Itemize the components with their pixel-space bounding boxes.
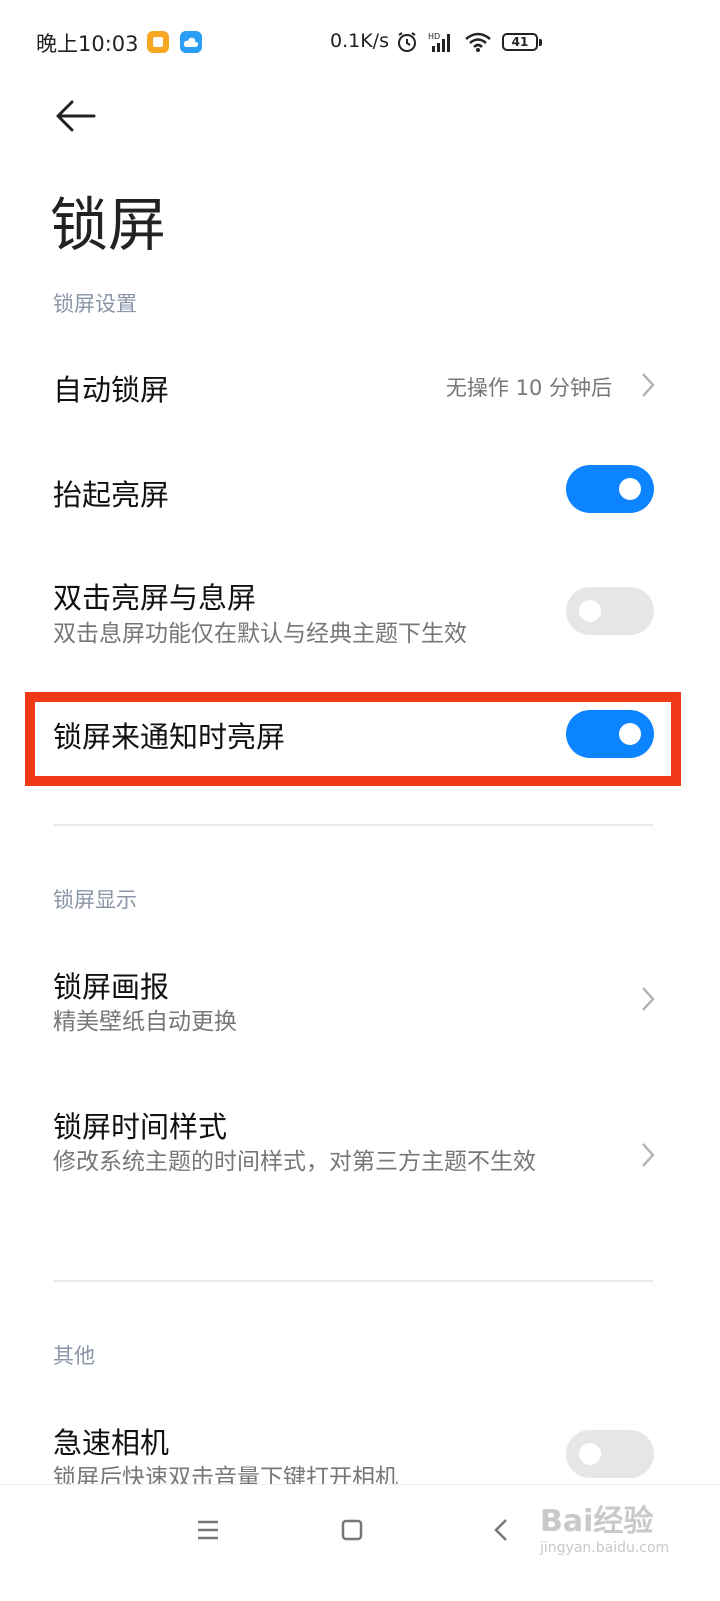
double-tap-title: 双击亮屏与息屏 [53,581,257,615]
auto-lock-row[interactable]: 自动锁屏 无操作 10 分钟后 [0,340,720,430]
watermark-logo: Bai经验 [540,1504,654,1539]
network-speed: 0.1K/s [330,30,389,52]
menu-icon[interactable] [188,1510,228,1550]
alarm-icon [398,32,416,52]
chevron-right-icon [638,1140,658,1170]
auto-lock-value: 无操作 10 分钟后 [445,376,612,400]
notify-wake-row: 锁屏来通知时亮屏 [0,700,720,780]
raise-to-wake-title: 抬起亮屏 [53,478,170,512]
status-time: 晚上10:03 [36,32,139,56]
toggle-knob [579,600,601,622]
quick-camera-title: 急速相机 [53,1426,170,1460]
double-tap-toggle[interactable] [566,587,654,635]
clock-style-subtitle: 修改系统主题的时间样式，对第三方主题不生效 [53,1149,536,1175]
wallpaper-row[interactable]: 锁屏画报 精美壁纸自动更换 [0,950,720,1050]
double-tap-row: 双击亮屏与息屏 双击息屏功能仅在默认与经典主题下生效 [0,560,720,670]
watermark-url: jingyan.baidu.com [540,1540,670,1556]
divider [53,824,653,826]
wifi-icon [465,32,491,52]
wallpaper-title: 锁屏画报 [53,970,170,1004]
svg-text:HD: HD [428,32,440,41]
raise-to-wake-row: 抬起亮屏 [0,450,720,530]
notify-wake-title: 锁屏来通知时亮屏 [53,720,286,754]
status-icons: HD 41 [396,29,542,55]
chevron-right-icon [638,370,658,400]
home-icon[interactable] [332,1510,372,1550]
section-label-other: 其他 [53,1344,95,1368]
back-arrow-icon[interactable] [50,90,102,142]
wallpaper-subtitle: 精美壁纸自动更换 [53,1009,237,1035]
section-label-lock-settings: 锁屏设置 [53,292,137,316]
chevron-right-icon [638,984,658,1014]
raise-to-wake-toggle[interactable] [566,465,654,513]
back-icon[interactable] [482,1510,522,1550]
quick-camera-toggle[interactable] [566,1430,654,1478]
divider [53,1280,653,1282]
page-title: 锁屏 [50,191,167,259]
double-tap-subtitle: 双击息屏功能仅在默认与经典主题下生效 [53,621,467,647]
toggle-knob [579,1443,601,1465]
auto-lock-title: 自动锁屏 [53,373,170,407]
battery-icon: 41 [502,33,542,51]
clock-style-title: 锁屏时间样式 [53,1110,228,1144]
clock-style-row[interactable]: 锁屏时间样式 修改系统主题的时间样式，对第三方主题不生效 [0,1090,720,1220]
section-label-lock-display: 锁屏显示 [53,888,137,912]
app-orange-icon [147,31,169,53]
toggle-knob [619,478,641,500]
hd-signal-icon: HD [428,32,450,52]
toggle-knob [619,723,641,745]
cloud-app-icon [180,31,202,53]
notify-wake-toggle[interactable] [566,710,654,758]
